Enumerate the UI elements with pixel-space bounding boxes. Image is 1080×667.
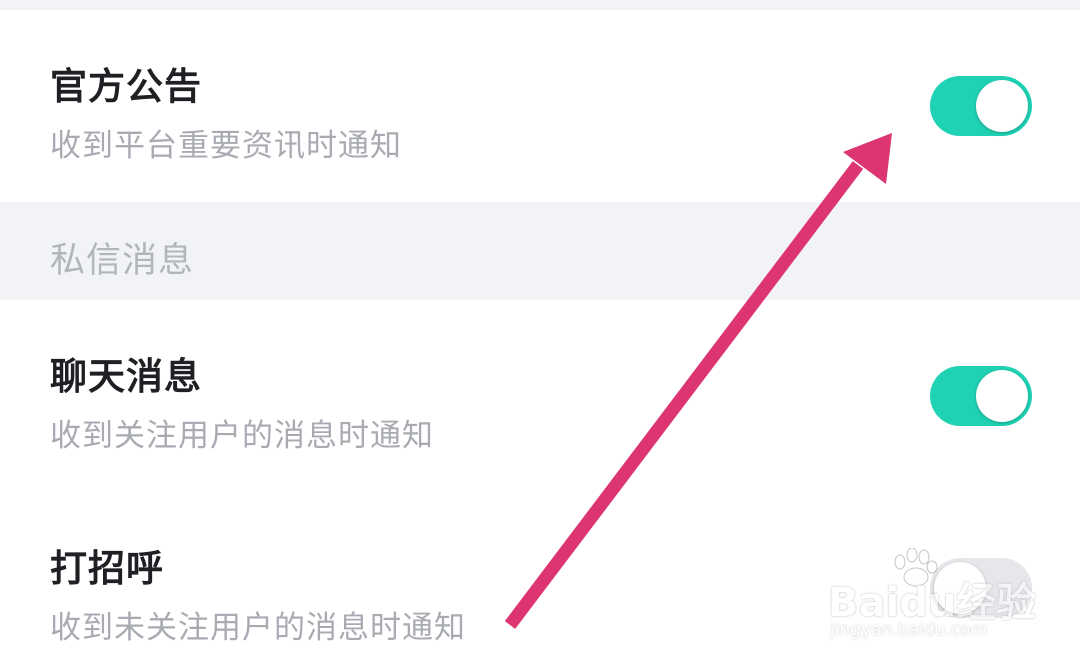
setting-description: 收到关注用户的消息时通知 xyxy=(50,418,434,454)
toggle-knob xyxy=(934,562,986,614)
setting-row-official-announcement: 官方公告 收到平台重要资讯时通知 xyxy=(0,10,1080,202)
setting-row-greetings: 打招呼 收到未关注用户的消息时通知 xyxy=(0,496,1080,667)
section-header-private-messages: 私信消息 xyxy=(0,202,1080,300)
setting-title: 聊天消息 xyxy=(50,355,202,398)
setting-title: 打招呼 xyxy=(50,547,164,590)
setting-description: 收到平台重要资讯时通知 xyxy=(50,128,402,164)
toggle-knob xyxy=(976,370,1028,422)
top-divider xyxy=(0,0,1080,10)
toggle-knob xyxy=(976,80,1028,132)
setting-description: 收到未关注用户的消息时通知 xyxy=(50,610,466,646)
setting-row-chat-messages: 聊天消息 收到关注用户的消息时通知 xyxy=(0,300,1080,496)
setting-title: 官方公告 xyxy=(50,65,202,108)
section-label: 私信消息 xyxy=(50,241,195,281)
official-announcement-toggle[interactable] xyxy=(930,76,1032,136)
greetings-toggle[interactable] xyxy=(930,558,1032,618)
chat-messages-toggle[interactable] xyxy=(930,366,1032,426)
